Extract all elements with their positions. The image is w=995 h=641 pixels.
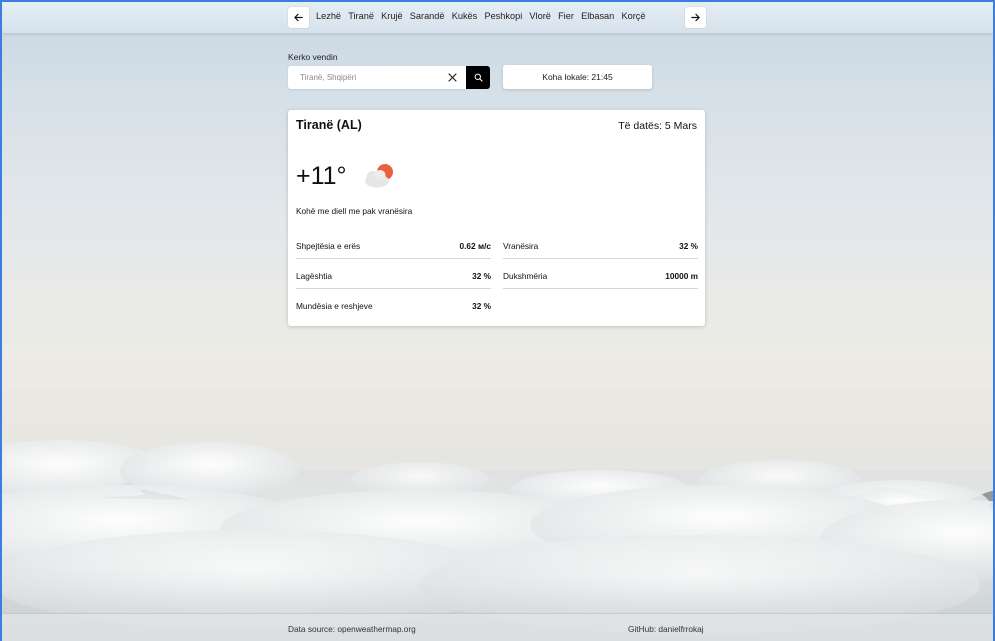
stat-label: Shpejtësia e erës bbox=[296, 241, 361, 251]
weather-date: Të datës: 5 Mars bbox=[618, 120, 697, 132]
github-link[interactable]: GitHub: danielfrrokaj bbox=[628, 624, 704, 634]
city-link-vlore[interactable]: Vlorë bbox=[529, 11, 550, 21]
stat-visibility: Dukshmëria 10000 m bbox=[503, 271, 698, 289]
stat-label: Lagështia bbox=[296, 271, 332, 281]
stat-wind-speed: Shpejtësia e erës 0.62 м/с bbox=[296, 241, 491, 259]
search-label: Kerko vendin bbox=[288, 52, 338, 62]
city-link-kruje[interactable]: Krujë bbox=[381, 11, 402, 21]
stat-precipitation-chance: Mundësia e reshjeve 32 % bbox=[296, 301, 491, 319]
city-title: Tiranë (AL) bbox=[296, 118, 362, 132]
temperature: +11° bbox=[296, 162, 347, 190]
stat-value: 32 % bbox=[472, 271, 491, 281]
weather-description: Kohë me diell me pak vranësira bbox=[296, 206, 413, 216]
weather-card: Tiranë (AL) Të datës: 5 Mars +11° Kohë m… bbox=[288, 110, 705, 326]
next-city-button[interactable] bbox=[685, 7, 706, 28]
partly-cloudy-icon bbox=[365, 164, 393, 188]
footer: Data source: openweathermap.org GitHub: … bbox=[0, 613, 995, 641]
arrow-left-icon bbox=[294, 13, 303, 22]
search-field bbox=[288, 66, 466, 89]
city-link-lezhe[interactable]: Lezhë bbox=[316, 11, 341, 21]
stat-value: 32 % bbox=[472, 301, 491, 311]
arrow-right-icon bbox=[691, 13, 700, 22]
stat-label: Vranësira bbox=[503, 241, 539, 251]
stat-label: Dukshmëria bbox=[503, 271, 548, 281]
search-icon bbox=[474, 73, 483, 82]
stat-value: 32 % bbox=[679, 241, 698, 251]
stat-value: 10000 m bbox=[665, 271, 698, 281]
city-list: Lezhë Tiranë Krujë Sarandë Kukës Peshkop… bbox=[316, 11, 653, 21]
stat-cloudiness: Vranësira 32 % bbox=[503, 241, 698, 259]
city-link-elbasan[interactable]: Elbasan bbox=[581, 11, 614, 21]
stat-label: Mundësia e reshjeve bbox=[296, 301, 373, 311]
previous-city-button[interactable] bbox=[288, 7, 309, 28]
search-button[interactable] bbox=[466, 66, 490, 89]
stat-humidity: Lagështia 32 % bbox=[296, 271, 491, 289]
search-input[interactable] bbox=[288, 66, 438, 89]
city-link-korce[interactable]: Korçë bbox=[621, 11, 645, 21]
local-time-display: Koha lokale: 21:45 bbox=[503, 65, 652, 89]
close-icon[interactable] bbox=[447, 72, 458, 83]
city-link-sarande[interactable]: Sarandë bbox=[410, 11, 445, 21]
city-navigation-bar: Lezhë Tiranë Krujë Sarandë Kukës Peshkop… bbox=[0, 0, 995, 33]
city-link-peshkopi[interactable]: Peshkopi bbox=[484, 11, 522, 21]
data-source-link[interactable]: Data source: openweathermap.org bbox=[288, 624, 416, 634]
city-link-kukes[interactable]: Kukës bbox=[452, 11, 478, 21]
city-link-tirane[interactable]: Tiranë bbox=[348, 11, 374, 21]
city-link-fier[interactable]: Fier bbox=[558, 11, 574, 21]
stat-value: 0.62 м/с bbox=[459, 241, 491, 251]
